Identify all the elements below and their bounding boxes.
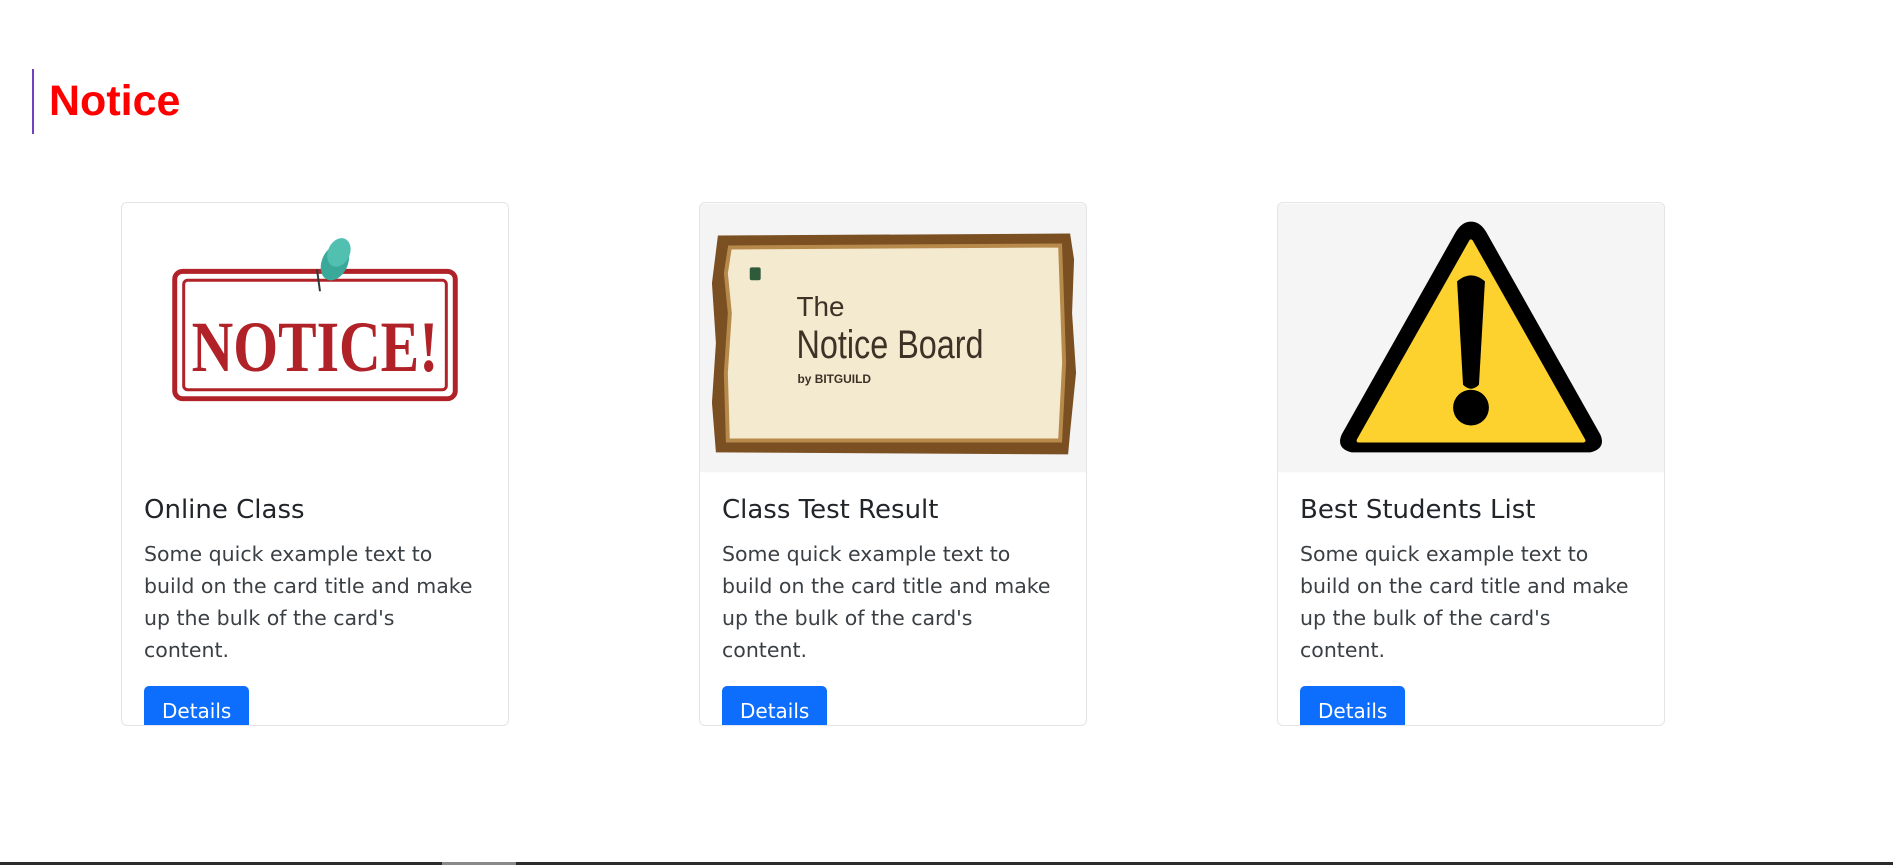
- section-heading-wrap: Notice: [32, 69, 180, 134]
- details-button[interactable]: Details: [1300, 686, 1406, 725]
- card-title: Online Class: [144, 495, 305, 525]
- details-button[interactable]: Details: [144, 686, 250, 725]
- warning-image: [1278, 203, 1664, 473]
- notice-card-online-class: NOTICE! Online Class Some quick example …: [121, 202, 509, 726]
- details-button[interactable]: Details: [722, 686, 828, 725]
- card-text: Some quick example text to build on the …: [144, 542, 473, 663]
- notice-card-class-test-result: The Notice Board by BITGUILD Class Test …: [699, 202, 1087, 726]
- page: Notice NOTICE! Online Class Some quick e…: [0, 0, 1893, 865]
- card-text: Some quick example text to build on the …: [1300, 542, 1629, 663]
- warning-triangle-icon: [1278, 203, 1664, 473]
- parchment-board-icon: The Notice Board by BITGUILD: [700, 203, 1086, 473]
- card-title: Class Test Result: [722, 495, 939, 525]
- card-text: Some quick example text to build on the …: [722, 542, 1051, 663]
- svg-text:NOTICE!: NOTICE!: [192, 308, 439, 387]
- page-title: Notice: [49, 77, 181, 125]
- card-body: Online Class Some quick example text to …: [122, 473, 508, 725]
- notice-stamp-image: NOTICE!: [122, 203, 508, 473]
- card-body: Class Test Result Some quick example tex…: [700, 473, 1086, 725]
- notice-card-best-students-list: Best Students List Some quick example te…: [1277, 202, 1665, 726]
- svg-text:by BITGUILD: by BITGUILD: [797, 372, 871, 386]
- svg-text:The: The: [797, 291, 845, 322]
- svg-text:Notice Board: Notice Board: [797, 323, 984, 367]
- card-title: Best Students List: [1300, 495, 1536, 525]
- notice-board-image: The Notice Board by BITGUILD: [700, 203, 1086, 473]
- notice-stamp-icon: NOTICE!: [122, 203, 508, 473]
- card-body: Best Students List Some quick example te…: [1278, 473, 1664, 725]
